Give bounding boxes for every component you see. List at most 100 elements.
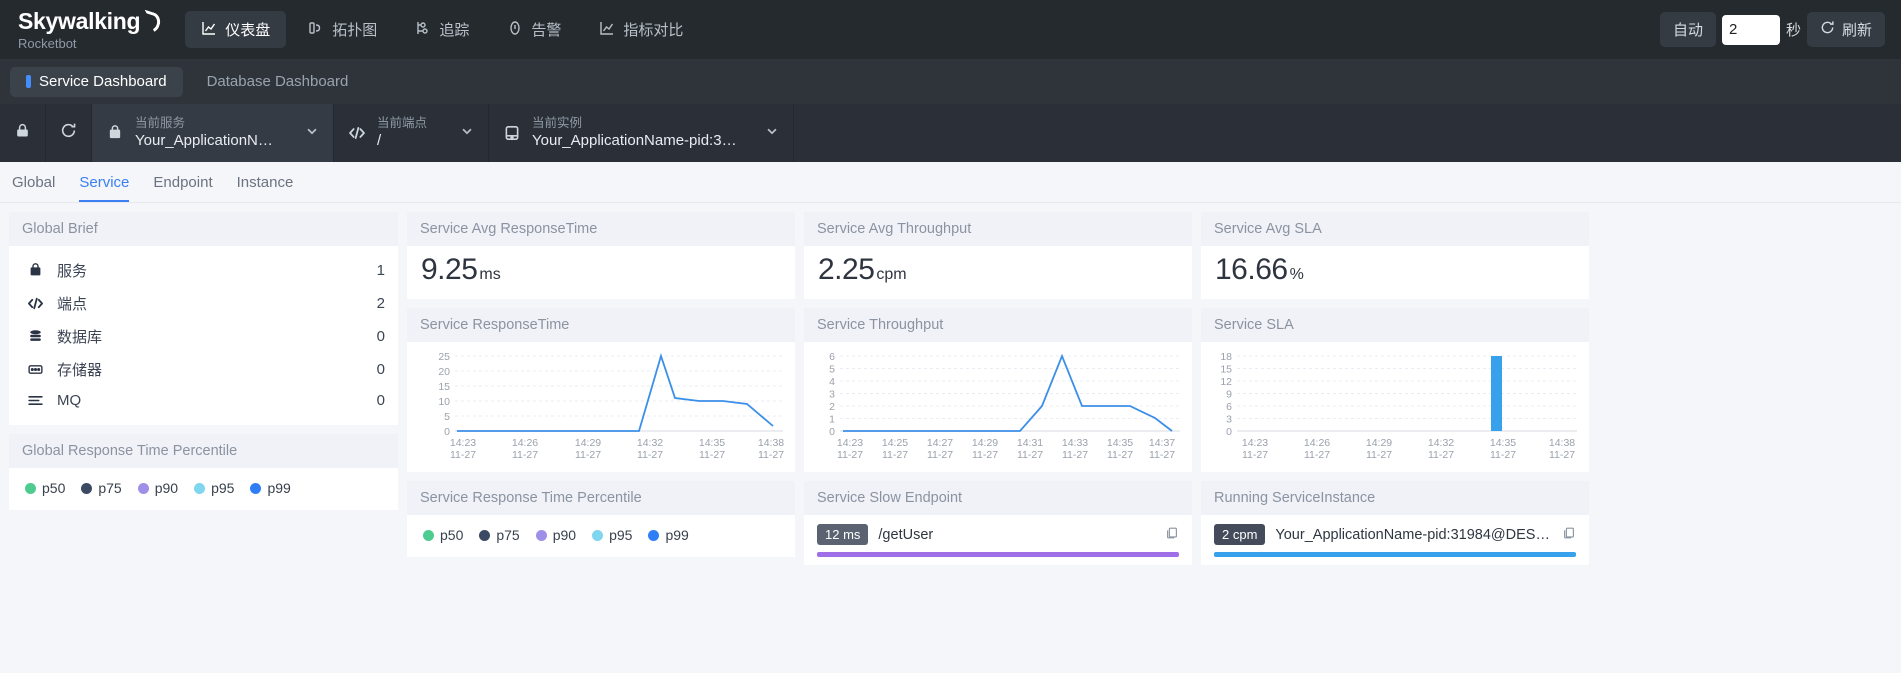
- nav-item-compare[interactable]: 指标对比: [583, 11, 699, 48]
- svg-text:3: 3: [1226, 414, 1232, 426]
- svg-text:14:29: 14:29: [575, 437, 601, 449]
- dashboard-grid: Global Brief 服务 1 端点 2 数据库 0 存储器 0 MQ 0 …: [0, 203, 1901, 565]
- column-global: Global Brief 服务 1 端点 2 数据库 0 存储器 0 MQ 0 …: [9, 212, 398, 510]
- service-selector[interactable]: 当前服务 Your_ApplicationName: [92, 104, 334, 162]
- svg-text:0: 0: [1226, 426, 1232, 438]
- svg-text:14:31: 14:31: [1017, 437, 1043, 449]
- legend-item-p99[interactable]: p99: [250, 480, 291, 496]
- refresh-interval-input[interactable]: [1721, 14, 1780, 45]
- slow-endpoint-row[interactable]: 12 ms /getUser: [804, 515, 1192, 552]
- nav-item-label: 拓扑图: [332, 22, 378, 39]
- legend-item-p95[interactable]: p95: [592, 527, 632, 543]
- dashboard-tab-label: Database Dashboard: [206, 73, 349, 90]
- tab-global[interactable]: Global: [12, 174, 55, 202]
- svg-text:14:38: 14:38: [758, 437, 784, 449]
- nav-item-dashboard[interactable]: 仪表盘: [185, 11, 287, 48]
- legend-label: p75: [496, 527, 520, 543]
- bar: [1491, 356, 1502, 431]
- refresh-button-label: 刷新: [1841, 22, 1872, 39]
- svg-text:1: 1: [829, 414, 835, 426]
- svg-text:9: 9: [1226, 389, 1232, 401]
- svg-text:11-27: 11-27: [1107, 449, 1133, 461]
- panel-title: Service Avg SLA: [1201, 212, 1589, 246]
- line-chart-svg: 654 3210 14:2311-27 14:2511-27 14:2711-2…: [829, 351, 1180, 461]
- legend-item-p75[interactable]: p75: [81, 480, 122, 496]
- svg-text:11-27: 11-27: [1490, 449, 1516, 461]
- nav-item-trace[interactable]: 追踪: [399, 11, 485, 48]
- legend-item-p95[interactable]: p95: [194, 480, 234, 496]
- panel-title: Service Response Time Percentile: [407, 481, 795, 515]
- brief-row-endpoint: 端点 2: [9, 287, 398, 320]
- nav-item-label: 追踪: [439, 22, 470, 39]
- panel-service-slow-endpoint: Service Slow Endpoint 12 ms /getUser: [804, 481, 1192, 565]
- svg-text:6: 6: [829, 351, 835, 363]
- tab-service[interactable]: Service: [79, 174, 130, 202]
- dashboard-tab-service[interactable]: Service Dashboard: [10, 66, 183, 97]
- legend-item-p99[interactable]: p99: [648, 527, 689, 543]
- trace-icon: [415, 20, 431, 40]
- svg-text:11-27: 11-27: [512, 449, 538, 461]
- mq-icon: [27, 392, 57, 409]
- reload-icon: [60, 122, 77, 144]
- refresh-button[interactable]: 刷新: [1806, 12, 1885, 47]
- svg-text:14:27: 14:27: [927, 437, 953, 449]
- instance-icon: [503, 124, 521, 142]
- legend-item-p50[interactable]: p50: [423, 527, 463, 543]
- nav-item-topology[interactable]: 拓扑图: [292, 11, 393, 48]
- progress-bar: [1214, 552, 1576, 557]
- brief-value: 1: [376, 262, 385, 279]
- brief-label: 数据库: [57, 329, 103, 346]
- legend-swatch: [648, 529, 660, 541]
- lock-button[interactable]: [0, 104, 46, 162]
- svg-text:11-27: 11-27: [450, 449, 476, 461]
- instance-selector[interactable]: 当前实例 Your_ApplicationName-pid:31...: [489, 104, 794, 162]
- legend-label: p90: [552, 527, 577, 543]
- endpoint-selector[interactable]: 当前端点 /: [334, 104, 489, 162]
- refresh-controls: 自动 秒 刷新: [1659, 12, 1885, 47]
- brief-label: 存储器: [57, 362, 103, 379]
- legend-item-p50[interactable]: p50: [25, 480, 65, 496]
- dashboard-tab-database[interactable]: Database Dashboard: [191, 67, 365, 97]
- svg-text:14:32: 14:32: [637, 437, 663, 449]
- svg-text:14:29: 14:29: [1366, 437, 1392, 449]
- column-throughput: Service Avg Throughput 2.25 cpm Service T…: [804, 212, 1192, 565]
- copy-icon[interactable]: [1562, 526, 1576, 544]
- svg-text:11-27: 11-27: [1428, 449, 1454, 461]
- legend-item-p75[interactable]: p75: [479, 527, 520, 543]
- auto-refresh-button[interactable]: 自动: [1659, 12, 1716, 47]
- svg-text:11-27: 11-27: [1366, 449, 1392, 461]
- brief-value: 0: [376, 392, 385, 409]
- metric-value-block: 16.66%: [1201, 246, 1589, 299]
- endpoint-name: /getUser: [878, 526, 934, 543]
- svg-text:2: 2: [829, 401, 835, 413]
- nav-item-alarm[interactable]: 告警: [491, 11, 577, 48]
- legend-item-p90[interactable]: p90: [535, 527, 577, 543]
- percentile-legend: p50 p75 p90 p95 p99: [407, 515, 795, 557]
- panel-service-throughput: Service Throughput 654 3210 14:23 11-27 …: [804, 308, 1192, 472]
- chevron-down-icon: [291, 124, 319, 143]
- seconds-unit-label: 秒: [1785, 22, 1801, 39]
- tab-endpoint[interactable]: Endpoint: [153, 174, 212, 202]
- svg-text:20: 20: [438, 366, 450, 378]
- brief-row-database: 数据库 0: [9, 320, 398, 353]
- bar-chart-svg: 181512 9630 14:2311-27 14:2611-27 14:291…: [1220, 351, 1577, 461]
- refresh-icon: [1820, 20, 1835, 39]
- panel-title: Global Response Time Percentile: [9, 434, 398, 468]
- metric-unit: cpm: [876, 266, 907, 283]
- reload-button[interactable]: [46, 104, 92, 162]
- cpm-tag: 2 cpm: [1214, 524, 1266, 545]
- svg-text:14:23: 14:23: [450, 437, 476, 449]
- svg-text:10: 10: [438, 396, 450, 408]
- svg-text:11-27: 11-27: [1062, 449, 1088, 461]
- tab-instance[interactable]: Instance: [237, 174, 294, 202]
- panel-global-response-time-percentile: Global Response Time Percentile p50 p75 …: [9, 434, 398, 510]
- svg-text:14:32: 14:32: [1428, 437, 1454, 449]
- svg-text:5: 5: [829, 364, 835, 376]
- instance-row[interactable]: 2 cpm Your_ApplicationName-pid:31984@DES…: [1201, 515, 1589, 552]
- legend-item-p90[interactable]: p90: [137, 480, 178, 496]
- service-selector-label: 当前服务: [135, 116, 186, 130]
- topology-icon: [308, 20, 324, 40]
- legend-label: p99: [267, 480, 291, 496]
- copy-icon[interactable]: [1165, 526, 1179, 544]
- progress-bar: [817, 552, 1179, 557]
